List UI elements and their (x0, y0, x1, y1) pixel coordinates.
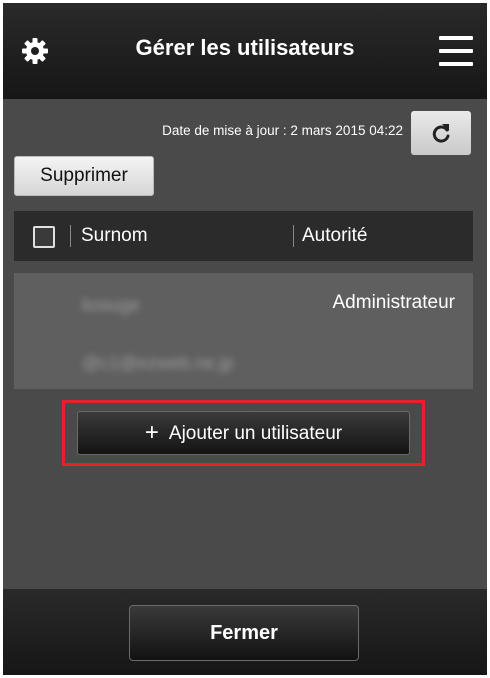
add-user-highlight: + Ajouter un utilisateur (62, 400, 425, 466)
add-user-label: Ajouter un utilisateur (168, 423, 343, 444)
delete-button[interactable]: Supprimer (14, 156, 154, 196)
table-header: Surnom Autorité (14, 211, 473, 261)
gear-icon[interactable] (21, 37, 49, 65)
select-all-checkbox[interactable] (33, 226, 55, 248)
header-bar: Gérer les utilisateurs (3, 3, 487, 99)
add-user-button[interactable]: + Ajouter un utilisateur (77, 411, 410, 455)
column-separator (70, 225, 71, 247)
refresh-icon (432, 124, 450, 143)
table-row[interactable]: kosuge Administrateur @c1@ezweb.ne.jp (14, 273, 473, 389)
hamburger-menu-icon[interactable] (439, 36, 473, 66)
user-authority: Administrateur (332, 292, 456, 313)
user-email: @c1@ezweb.ne.jp (82, 353, 234, 373)
page-title: Gérer les utilisateurs (135, 35, 355, 60)
footer-bar: Fermer (3, 589, 487, 675)
column-header-authority: Autorité (302, 225, 368, 246)
close-button[interactable]: Fermer (129, 605, 359, 661)
column-header-nickname: Surnom (81, 225, 148, 246)
app-window: Gérer les utilisateurs Date de mise à jo… (3, 3, 487, 675)
user-nickname: kosuge (82, 295, 141, 315)
column-separator (293, 225, 294, 247)
refresh-button[interactable] (411, 111, 471, 155)
update-timestamp: Date de mise à jour : 2 mars 2015 04:22 (162, 123, 403, 138)
plus-icon: + (144, 419, 159, 446)
